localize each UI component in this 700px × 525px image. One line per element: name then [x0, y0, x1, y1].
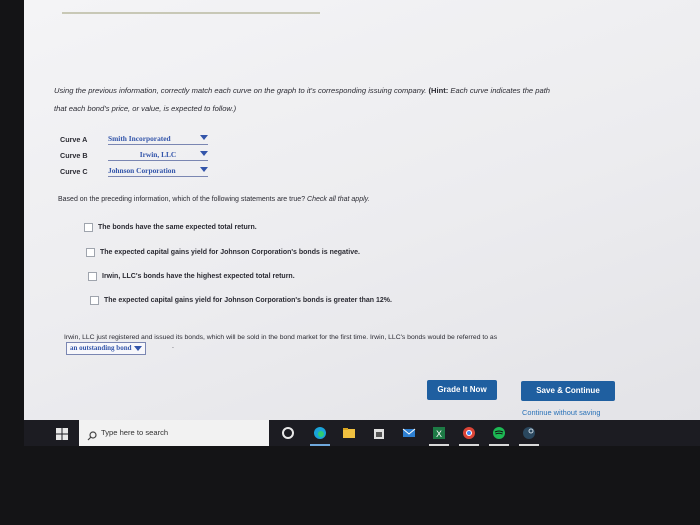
bond-type-selected: an outstanding bond — [70, 344, 132, 352]
statement-option-4[interactable]: The expected capital gains yield for Joh… — [90, 295, 392, 307]
statement-option-label: The expected capital gains yield for Joh… — [104, 297, 392, 304]
open-indicator — [429, 444, 449, 446]
curve-c-dropdown[interactable]: Johnson Corporation — [108, 165, 208, 177]
question-line-2: that each bond's price, or value, is exp… — [54, 104, 237, 113]
taskbar-search-input[interactable]: Type here to search — [79, 420, 269, 446]
open-indicator — [489, 444, 509, 446]
curve-b-selected: Irwin, LLC — [139, 150, 177, 159]
registration-period: . — [172, 343, 174, 350]
curve-a-label: Curve A — [60, 135, 88, 144]
curve-b-dropdown[interactable]: Irwin, LLC — [108, 149, 208, 161]
steam-icon[interactable] — [522, 426, 536, 440]
excel-icon[interactable]: X — [432, 426, 446, 440]
checkbox[interactable] — [88, 271, 97, 281]
question-text: Using the previous information, correctl… — [54, 82, 664, 118]
statement-option-1[interactable]: The bonds have the same expected total r… — [84, 222, 257, 234]
checkbox[interactable] — [86, 247, 95, 257]
curve-c-selected: Johnson Corporation — [108, 166, 176, 175]
statement-option-label: The expected capital gains yield for Joh… — [100, 249, 360, 256]
svg-text:X: X — [436, 429, 442, 439]
edge-browser-icon[interactable] — [313, 426, 327, 440]
checkbox[interactable] — [90, 295, 99, 305]
file-explorer-icon[interactable] — [342, 426, 356, 440]
grade-it-now-button[interactable]: Grade It Now — [427, 380, 497, 400]
continue-without-saving-link[interactable]: Continue without saving — [522, 408, 600, 417]
question-line-1: Using the previous information, correctl… — [54, 86, 427, 95]
statement-option-2[interactable]: The expected capital gains yield for Joh… — [86, 247, 360, 259]
hint-text: Each curve indicates the path — [450, 86, 551, 95]
checkbox[interactable] — [84, 222, 93, 232]
cortana-icon[interactable] — [281, 426, 295, 440]
bond-type-dropdown[interactable]: an outstanding bond — [66, 342, 147, 355]
chevron-down-icon — [200, 167, 208, 172]
active-indicator — [310, 444, 330, 446]
chevron-down-icon — [200, 151, 208, 156]
curve-b-label: Curve B — [60, 151, 88, 160]
search-icon — [87, 428, 97, 446]
hint-label: (Hint: — [428, 86, 449, 95]
save-continue-button[interactable]: Save & Continue — [521, 381, 615, 401]
search-placeholder: Type here to search — [101, 428, 169, 437]
statement-option-3[interactable]: Irwin, LLC's bonds have the highest expe… — [88, 271, 295, 283]
curve-a-dropdown[interactable]: Smith Incorporated — [108, 133, 208, 145]
chevron-down-icon — [134, 346, 143, 351]
windows-start-icon[interactable] — [56, 427, 68, 440]
chevron-down-icon — [200, 135, 208, 140]
spotify-icon[interactable] — [492, 426, 506, 440]
curve-c-label: Curve C — [60, 167, 88, 176]
open-indicator — [459, 444, 479, 446]
curve-a-selected: Smith Incorporated — [108, 134, 171, 143]
divider — [62, 12, 320, 14]
chrome-icon[interactable] — [462, 426, 476, 440]
registration-question: Irwin, LLC just registered and issued it… — [64, 334, 498, 341]
mail-icon[interactable] — [402, 426, 416, 440]
statement-option-label: The bonds have the same expected total r… — [98, 224, 257, 231]
statement-option-label: Irwin, LLC's bonds have the highest expe… — [102, 273, 295, 280]
statements-prompt: Based on the preceding information, whic… — [58, 196, 370, 203]
statements-prompt-italic: Check all that apply. — [307, 196, 370, 203]
browser-content: Using the previous information, correctl… — [24, 0, 700, 420]
taskbar: Type here to search X — [24, 420, 700, 446]
open-indicator — [519, 444, 539, 446]
statements-prompt-text: Based on the preceding information, whic… — [58, 196, 306, 203]
store-icon[interactable] — [372, 426, 386, 440]
